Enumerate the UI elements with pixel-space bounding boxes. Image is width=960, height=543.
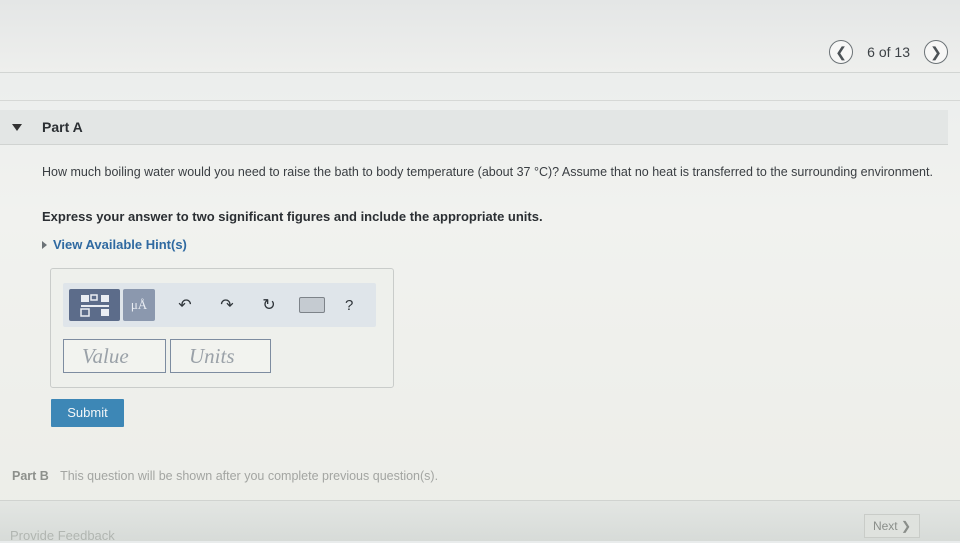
fraction-template-icon: [79, 294, 109, 317]
caret-right-icon: [42, 240, 47, 249]
answer-box: μÅ ↶ ↷ ↻ ? Value Units: [50, 268, 394, 388]
part-a-label: Part A: [42, 119, 83, 135]
reset-icon[interactable]: ↻: [257, 293, 281, 317]
next-button[interactable]: Next ❯: [864, 514, 920, 538]
chevron-left-icon[interactable]: ❮: [829, 40, 854, 64]
chevron-right-icon[interactable]: ❯: [924, 40, 948, 64]
submit-button[interactable]: Submit: [51, 399, 124, 427]
undo-icon[interactable]: ↶: [173, 293, 197, 317]
collapse-triangle-icon[interactable]: [12, 123, 22, 131]
question-text: How much boiling water would you need to…: [42, 165, 933, 179]
math-toolbar: μÅ ↶ ↷ ↻ ?: [63, 283, 376, 327]
help-button[interactable]: ?: [345, 297, 353, 314]
redo-icon[interactable]: ↷: [215, 293, 239, 317]
footer-bar: [0, 500, 960, 541]
part-a-header[interactable]: Part A: [0, 110, 948, 145]
pager: ❮ 6 of 13 ❯: [829, 40, 948, 64]
instruction-text: Express your answer to two significant f…: [42, 209, 543, 224]
part-b-text: This question will be shown after you co…: [60, 469, 439, 483]
part-b-label: Part B: [12, 469, 49, 483]
view-hints-link[interactable]: View Available Hint(s): [42, 237, 187, 252]
value-input[interactable]: Value: [63, 339, 166, 373]
view-hints-label: View Available Hint(s): [53, 237, 187, 252]
units-input[interactable]: Units: [170, 339, 271, 373]
keyboard-icon[interactable]: [299, 297, 325, 313]
divider: [0, 100, 960, 101]
units-symbols-button[interactable]: μÅ: [123, 289, 155, 321]
part-b-row: Part B This question will be shown after…: [12, 469, 438, 483]
templates-button[interactable]: [69, 289, 120, 321]
pager-count: 6 of 13: [867, 44, 910, 60]
provide-feedback-link[interactable]: Provide Feedback: [10, 528, 115, 543]
top-bar: ❮ 6 of 13 ❯: [0, 0, 960, 73]
